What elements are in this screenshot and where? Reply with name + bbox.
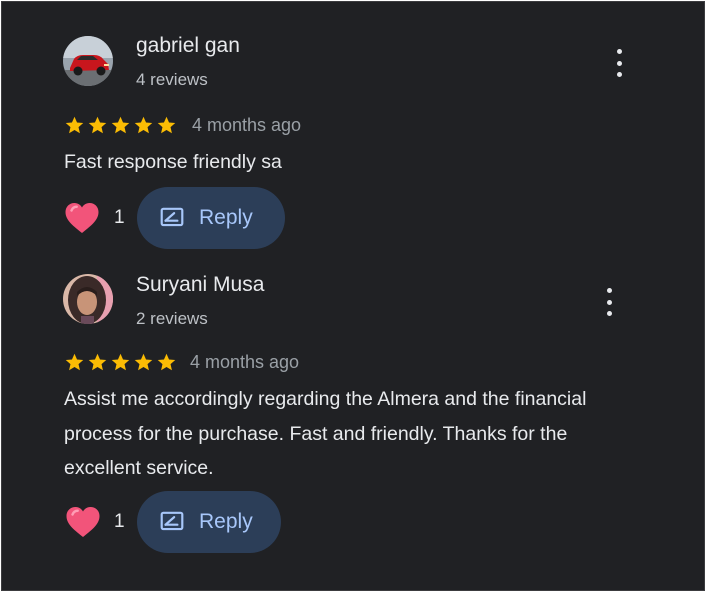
star-icon (134, 353, 153, 371)
star-icon (88, 353, 107, 371)
reply-button[interactable]: Reply (137, 491, 281, 553)
person-photo (63, 274, 113, 324)
star-rating (64, 352, 177, 373)
reply-button-label: Reply (199, 510, 253, 533)
review-text: Assist me accordingly regarding the Alme… (64, 388, 587, 479)
review-age: 4 months ago (190, 352, 300, 372)
star-icon (111, 353, 130, 371)
author-review-count: 2 reviews (136, 309, 208, 328)
heart-icon[interactable] (65, 505, 101, 539)
more-options-button[interactable] (599, 288, 619, 316)
author-avatar[interactable] (63, 274, 113, 324)
reply-icon (160, 511, 184, 531)
more-vert-icon (606, 288, 612, 293)
like-count: 1 (114, 511, 125, 532)
star-icon (65, 353, 84, 371)
star-icon (157, 353, 176, 371)
review-card: Suryani Musa 2 reviews 4 months ago Assi… (2, 2, 704, 590)
reviews-panel: gabriel gan 4 reviews 4 months ago Fast … (1, 1, 705, 591)
author-name[interactable]: Suryani Musa (136, 273, 264, 297)
